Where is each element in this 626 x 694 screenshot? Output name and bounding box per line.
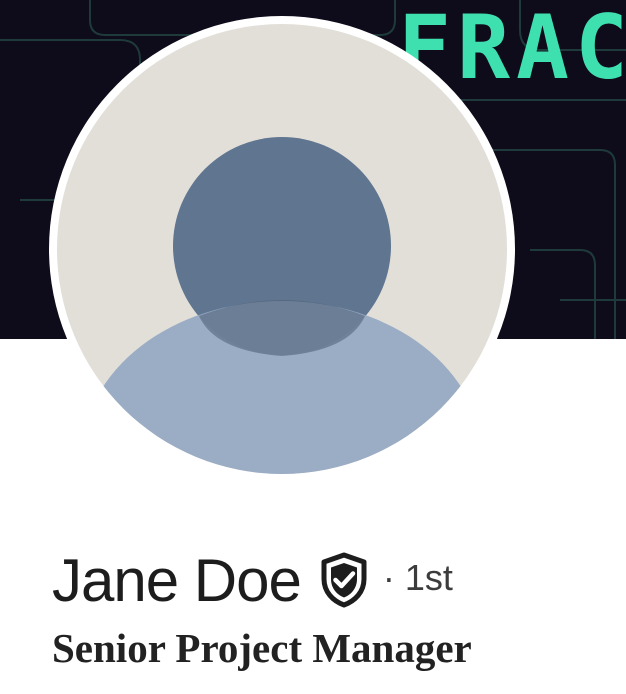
- name-row: Jane Doe · 1st: [52, 540, 453, 620]
- verified-shield-icon[interactable]: [319, 552, 369, 608]
- default-avatar-icon: [57, 24, 507, 474]
- profile-headline: Senior Project Manager: [52, 625, 472, 671]
- profile-card: FRAC Jane Doe · 1st Senior Project Manag…: [0, 0, 626, 694]
- profile-avatar[interactable]: [49, 16, 515, 482]
- connection-degree: · 1st: [382, 557, 453, 598]
- profile-name[interactable]: Jane Doe: [52, 546, 302, 615]
